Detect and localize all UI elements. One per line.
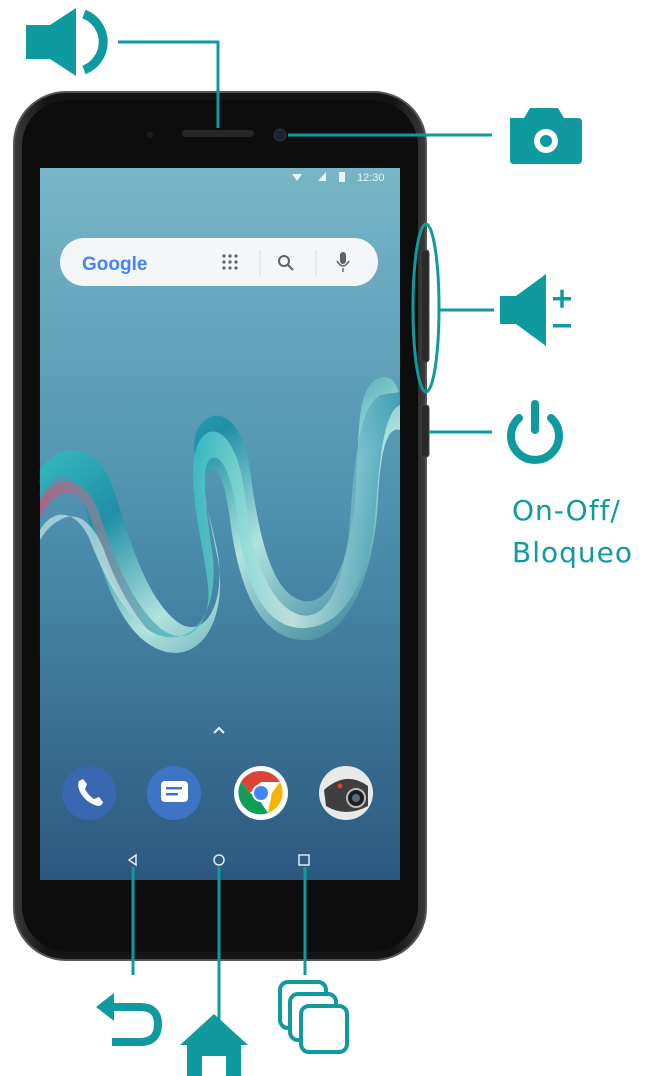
volume-rocker[interactable] [420, 249, 430, 363]
status-time: 12:30 [357, 172, 385, 184]
screen: 12:30 Google [40, 168, 400, 880]
google-logo: Google [82, 254, 147, 275]
phone-app-icon[interactable] [62, 766, 116, 820]
recent-apps-icon [278, 980, 349, 1054]
power-label-line1: On-Off/ [512, 494, 621, 527]
volume-plus-minus-icon [500, 274, 571, 346]
speaker-icon [26, 8, 108, 76]
google-search-bar[interactable]: Google [60, 238, 378, 286]
front-camera-lens [273, 128, 287, 142]
back-arrow-icon [96, 993, 163, 1046]
power-button-label: On-Off/ Bloqueo [512, 490, 633, 574]
power-label-line2: Bloqueo [512, 536, 633, 569]
home-icon [180, 1014, 248, 1076]
power-icon [507, 400, 563, 464]
messages-app-icon[interactable] [147, 766, 201, 820]
apps-grid-icon[interactable] [222, 254, 238, 270]
chrome-app-icon[interactable] [234, 766, 288, 820]
camera-icon [510, 108, 582, 164]
earpiece-slot [182, 130, 254, 137]
camera-app-icon[interactable] [319, 766, 373, 820]
power-key[interactable] [420, 404, 430, 458]
